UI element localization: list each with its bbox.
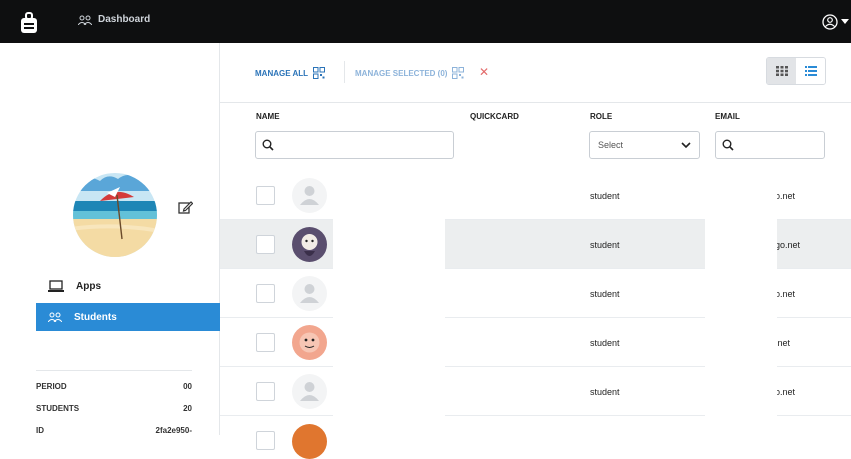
info-students: STUDENTS 20 [36,404,192,413]
row-checkbox[interactable] [256,431,275,450]
backpack-logo-icon[interactable] [20,12,38,34]
email-search-input[interactable] [740,140,822,150]
sidebar-divider [36,370,192,371]
row-email: .net [775,338,791,348]
row-role: student [590,240,620,250]
grid-icon [775,66,788,76]
avatar [292,276,327,311]
class-avatar [70,167,160,257]
sidebar-item-label: Apps [76,280,101,292]
grid-view-button[interactable] [767,58,796,84]
row-checkbox[interactable] [256,284,275,303]
users-icon [78,15,92,25]
chevron-down-icon [681,141,691,148]
row-checkbox[interactable] [256,333,275,352]
sidebar-item-apps[interactable]: Apps [36,272,220,300]
redaction-block [333,172,445,435]
row-email: o.net [775,191,796,201]
edit-icon[interactable] [178,200,193,215]
row-role: student [590,387,620,397]
avatar [292,178,327,213]
sidebar: Apps Students PERIOD 00 STUDENTS 20 ID 2… [0,43,220,435]
laptop-icon [48,279,64,292]
qr-code-icon [313,67,326,79]
row-checkbox[interactable] [256,235,275,254]
toolbar: MANAGE ALL MANAGE SELECTED (0) ✕ [220,43,851,103]
search-icon [262,139,274,151]
role-select[interactable]: Select [589,131,700,159]
chevron-down-icon [841,19,849,24]
column-header-email: EMAIL [715,112,740,121]
column-header-quickcard: QUICKCARD [470,112,519,121]
list-view-button[interactable] [796,58,825,84]
manage-selected-label: MANAGE SELECTED (0) [355,68,448,78]
row-email: o.net [775,387,796,397]
clear-selection-icon[interactable]: ✕ [479,65,489,79]
row-checkbox[interactable] [256,382,275,401]
info-key: STUDENTS [36,404,80,413]
toolbar-separator [344,61,345,83]
avatar [292,424,327,459]
role-select-value: Select [598,140,624,150]
manage-all-label: MANAGE ALL [255,68,309,78]
view-toggle [766,57,826,85]
dashboard-label: Dashboard [98,14,151,25]
name-filter[interactable] [255,131,454,159]
row-role: student [590,191,620,201]
info-value: 2fa2e950- [155,426,192,435]
row-role: student [590,289,620,299]
row-role: student [590,338,620,348]
user-menu[interactable] [822,14,849,30]
info-value: 20 [183,404,192,413]
sidebar-item-students[interactable]: Students [36,303,220,331]
qr-code-icon [452,67,465,79]
info-id: ID 2fa2e950- [36,426,192,435]
row-email: go.net [775,240,801,250]
redaction-block [705,172,777,435]
info-key: ID [36,426,44,435]
sidebar-item-label: Students [74,311,117,323]
user-circle-icon [822,14,838,30]
manage-selected-button[interactable]: MANAGE SELECTED (0) [355,67,465,79]
info-period: PERIOD 00 [36,382,192,391]
name-search-input[interactable] [280,140,433,150]
top-bar: Dashboard [0,0,851,43]
manage-all-button[interactable]: MANAGE ALL [255,67,326,79]
info-key: PERIOD [36,382,67,391]
avatar [292,227,327,262]
info-value: 00 [183,382,192,391]
dashboard-link[interactable]: Dashboard [78,14,150,25]
row-checkbox[interactable] [256,186,275,205]
avatar [292,325,327,360]
email-filter[interactable] [715,131,825,159]
users-icon [48,312,62,322]
avatar [292,374,327,409]
list-icon [804,66,817,76]
column-header-role: ROLE [590,112,613,121]
row-email: o.net [775,289,796,299]
search-icon [722,139,734,151]
beach-image [73,173,157,257]
column-header-name: NAME [256,112,280,121]
